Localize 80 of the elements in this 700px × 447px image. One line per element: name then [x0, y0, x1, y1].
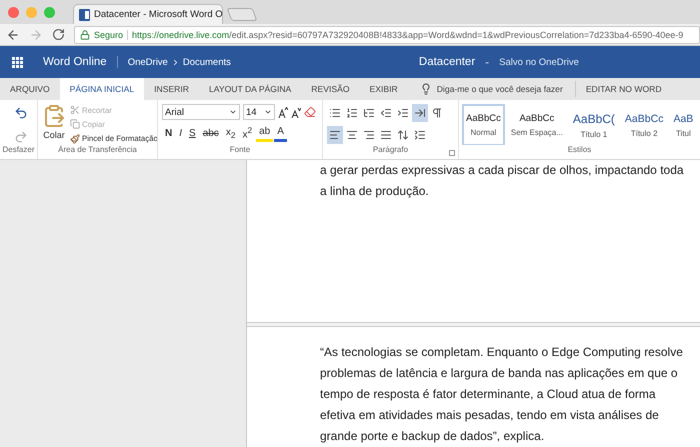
style-name: Sem Espaça... [510, 128, 563, 137]
caret-icon [229, 108, 237, 116]
breadcrumb-link[interactable]: Documents [182, 56, 231, 68]
style-preview: AaBbCc [466, 113, 501, 124]
strike-button[interactable]: abc [200, 124, 222, 142]
para-spacing-icon [414, 129, 426, 141]
address-field[interactable]: Seguro https://onedrive.live.com/edit.aspx?resid=60797A732920408B!4833&app=Word&wdnd=1&wdPreviousCorrelation=7d233ba4-6590-40ee-9 [74, 26, 700, 44]
edit-in-word-tab[interactable]: EDITAR NO WORD [576, 78, 672, 100]
style-name: Título 1 [580, 130, 608, 138]
lightbulb-icon [420, 83, 432, 95]
tab-title: Datacenter - Microsoft Word O [94, 9, 223, 20]
url-path: /edit.aspx?resid=60797A732920408B!4833&app=Word&wdnd=1&wdPreviousCorrelation=7d233ba4-6590-40ee-9 [229, 30, 684, 40]
caret-icon [264, 108, 272, 116]
save-status: Salvo no OneDrive [499, 56, 579, 68]
document-title[interactable]: Datacenter [418, 56, 476, 68]
url-host: https://onedrive.live.com [132, 30, 230, 40]
underline-button[interactable]: S [186, 124, 199, 142]
app-name[interactable]: Word Online [43, 56, 118, 68]
style-preview: AaBbC( [572, 112, 615, 126]
sup-button[interactable]: x$^{2}$ [239, 124, 256, 142]
group-label: Parágrafo [372, 145, 408, 156]
style-preview: AaB [673, 112, 694, 124]
align-right-icon [363, 129, 375, 141]
style-name: Normal [470, 128, 496, 137]
app-launcher-icon[interactable] [12, 56, 23, 68]
style-preview: AaBbCc [519, 113, 554, 124]
redo-icon [14, 130, 28, 144]
italic-button[interactable]: I [176, 124, 186, 142]
indent-icon [397, 107, 409, 119]
tell-me-field[interactable]: Diga-me o que você deseja fazer [408, 81, 576, 97]
secure-label: Seguro [94, 30, 128, 40]
body-text: a linha de produção. [320, 183, 430, 200]
style-name: Título 2 [630, 128, 658, 138]
ribbon-tab[interactable]: LAYOUT DA PÁGINA [198, 78, 302, 100]
group-label: Fonte [230, 145, 250, 156]
ltr-button[interactable] [412, 104, 428, 122]
style-name: Titul [676, 128, 691, 138]
separator-text: - [485, 55, 490, 69]
paste-button[interactable]: Colar [42, 104, 66, 145]
align-center-icon [346, 129, 358, 141]
browser-tab[interactable]: Datacenter - Microsoft Word O [73, 4, 223, 24]
shrink-font-icon[interactable] [291, 106, 301, 118]
style-option[interactable]: AaBbCc Normal [462, 104, 505, 145]
font-name-dropdown[interactable]: Arial [162, 104, 240, 120]
lock-icon [80, 30, 90, 40]
numbering-icon [346, 107, 358, 119]
breadcrumb-link[interactable]: OneDrive [128, 56, 168, 68]
group-label: Área de Transferência [58, 145, 137, 156]
bold-button[interactable]: N [162, 124, 176, 142]
group-label: Desfazer [2, 145, 34, 156]
ribbon-tab[interactable]: EXIBIR [360, 78, 408, 100]
multilevel-icon [363, 107, 375, 119]
undo-icon [14, 106, 28, 120]
group-label: Estilos [568, 145, 592, 156]
spacing-icon [397, 129, 409, 141]
ribbon-tab[interactable]: INSERIR [144, 78, 199, 100]
ribbon-tab[interactable]: REVISÃO [301, 78, 360, 100]
font-size-dropdown[interactable]: 14 [243, 104, 275, 120]
justify-icon [380, 129, 392, 141]
align-left-icon [329, 129, 341, 141]
highlight-button[interactable]: ab [256, 124, 274, 142]
grow-font-icon[interactable] [278, 106, 288, 118]
dialog-launcher-icon[interactable] [449, 150, 455, 156]
sub-button[interactable]: x$_{2}$ [222, 124, 238, 142]
ribbon-tab[interactable]: PÁGINA INICIAL [60, 78, 144, 100]
ribbon-tab[interactable]: ARQUIVO [0, 78, 60, 100]
clear-format-icon[interactable] [304, 106, 316, 118]
color-button[interactable]: A [274, 124, 287, 142]
copy-icon [70, 119, 80, 130]
style-preview: AaBbCc [624, 112, 664, 124]
back-icon[interactable] [6, 28, 20, 42]
cut-icon [70, 105, 80, 116]
body-text: a gerar perdas expressivas a cada piscar de olhos, impactando toda [320, 162, 685, 179]
clipboard-icon [42, 104, 66, 128]
document-icon [79, 8, 90, 20]
align-left-button[interactable] [327, 126, 343, 144]
outdent-icon [380, 107, 392, 119]
painter-icon [70, 134, 80, 144]
reload-icon[interactable] [52, 28, 65, 41]
body-paragraph: “As tecnologias se completam. Enquanto o Edge Computing resolve problemas de latência e largura de banda nas aplicações em que o tempo de resposta é fator determinante, a Cloud atua de forma efetiva em atividades mais pesadas, tendo em vista análises de grande porte e backup de dados”, explica. [320, 344, 684, 445]
